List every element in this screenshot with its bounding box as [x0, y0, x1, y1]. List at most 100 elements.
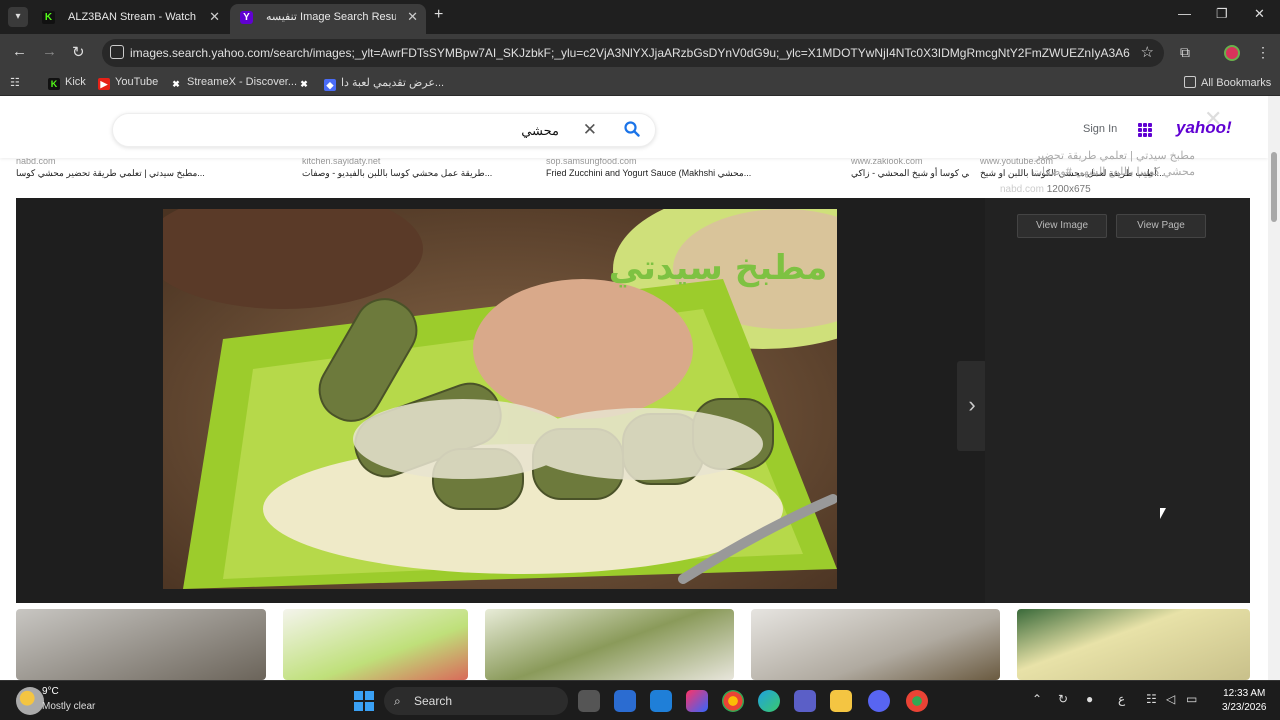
- bookmark-label: StreameX - Discover...: [187, 76, 298, 88]
- wifi-icon[interactable]: ☷: [1146, 692, 1157, 706]
- page-scrollbar[interactable]: [1268, 96, 1280, 680]
- bookmark-streamex[interactable]: ✖ StreameX - Discover...: [170, 76, 297, 90]
- teams-icon[interactable]: [794, 690, 816, 712]
- result-item[interactable]: www.zakiook.com محشي كوسا أو شيخ المحشي …: [851, 156, 969, 180]
- page-content: nabd.com مطبخ سيدتي | تعلمي طريقة تحضير …: [0, 96, 1268, 680]
- language-indicator[interactable]: ع: [1118, 692, 1125, 706]
- mouse-cursor: [1160, 508, 1166, 519]
- bookmark-game-demo[interactable]: ◆ عرض تقديمي لعبة دا...: [324, 76, 444, 91]
- result-item[interactable]: kitchen.sayidaty.net طريقة عمل محشي كوسا…: [302, 156, 532, 180]
- tab-alz3ban-stream[interactable]: K ALZ3BAN Stream - Watch Live ✕: [32, 4, 228, 34]
- close-window-icon[interactable]: ✕: [1254, 6, 1265, 22]
- minimize-icon[interactable]: —: [1178, 6, 1191, 21]
- outlook-icon[interactable]: [650, 690, 672, 712]
- store-icon[interactable]: [614, 690, 636, 712]
- close-viewer-icon[interactable]: ✕: [1204, 106, 1222, 132]
- address-bar[interactable]: images.search.yahoo.com/search/images;_y…: [102, 39, 1164, 67]
- start-button[interactable]: [354, 691, 374, 711]
- tab-yahoo-image-search[interactable]: Y تنفيسه Image Search Results - محشي ✕: [230, 4, 426, 34]
- search-input[interactable]: محشي ✕: [112, 113, 656, 147]
- result-item[interactable]: sop.samsungfood.com Fried Zucchini and Y…: [546, 156, 786, 180]
- kick-icon: K: [42, 11, 55, 24]
- volume-icon[interactable]: ◁: [1166, 692, 1175, 706]
- preview-image[interactable]: مطبخ سيدتي: [163, 209, 837, 589]
- copilot-icon[interactable]: [686, 690, 708, 712]
- discord-icon[interactable]: [868, 690, 890, 712]
- folder-icon: [1184, 76, 1196, 88]
- clock-time: 12:33 AM: [1223, 688, 1266, 699]
- result-item[interactable]: nabd.com مطبخ سيدتي | تعلمي طريقة تحضير …: [16, 156, 286, 180]
- bookmark-youtube[interactable]: ▶ YouTube: [98, 76, 158, 90]
- close-tab-icon[interactable]: ✕: [407, 4, 418, 30]
- chrome-active-icon[interactable]: [906, 690, 928, 712]
- thumbnail-image[interactable]: [751, 609, 1000, 680]
- thumbnail-image[interactable]: [1017, 609, 1250, 680]
- site-info-icon[interactable]: [110, 45, 124, 59]
- weather-icon[interactable]: [16, 687, 44, 715]
- bookmark-star-icon[interactable]: ☆: [1141, 43, 1154, 61]
- restore-icon[interactable]: ❐: [1216, 6, 1228, 22]
- url-text: images.search.yahoo.com/search/images;_y…: [130, 46, 1130, 60]
- yahoo-icon: Y: [240, 11, 253, 24]
- x-icon: ✖: [300, 79, 308, 89]
- view-page-button[interactable]: View Page: [1116, 214, 1206, 238]
- clear-search-icon[interactable]: ✕: [583, 120, 597, 140]
- edge-icon[interactable]: [758, 690, 780, 712]
- result-title: Fried Zucchini and Yogurt Sauce (Makhshi…: [546, 168, 752, 178]
- weather-desc[interactable]: Mostly clear: [42, 701, 95, 712]
- image-source: nabd.com 1200x675: [1000, 184, 1091, 195]
- thumbnail-image[interactable]: [485, 609, 734, 680]
- reload-button[interactable]: ↻: [72, 43, 85, 61]
- scrollbar-thumb[interactable]: [1271, 152, 1277, 222]
- sign-in-link[interactable]: Sign In: [1083, 123, 1117, 135]
- tab-bar: ▾ K ALZ3BAN Stream - Watch Live ✕ Y تنفي…: [0, 0, 1280, 34]
- bookmark-label: عرض تقديمي لعبة دا...: [341, 77, 445, 89]
- search-icon: ⌕: [394, 694, 401, 708]
- kick-icon: K: [48, 78, 60, 90]
- battery-icon[interactable]: ▭: [1186, 692, 1197, 706]
- menu-kebab-icon[interactable]: ⋮: [1256, 44, 1270, 61]
- weather-temp[interactable]: 9°C: [42, 686, 59, 697]
- result-title: محشي كوسا أو شيخ المحشي - زاكي...: [851, 168, 969, 178]
- viewer-sidebar: [985, 198, 1250, 603]
- x-icon: ✖: [172, 79, 180, 89]
- apps-grid-icon[interactable]: [1138, 123, 1152, 137]
- next-image-button[interactable]: ›: [957, 361, 987, 451]
- file-explorer-icon[interactable]: [830, 690, 852, 712]
- mic-icon[interactable]: ●: [1086, 692, 1093, 706]
- thumbnail-image[interactable]: [283, 609, 468, 680]
- bookmark-x[interactable]: ✖: [298, 76, 315, 90]
- shield-icon: ◆: [324, 79, 336, 91]
- taskbar-search[interactable]: ⌕ Search: [384, 687, 568, 715]
- youtube-icon: ▶: [98, 78, 110, 90]
- search-icon[interactable]: [623, 120, 641, 138]
- source-domain[interactable]: nabd.com: [1000, 184, 1044, 195]
- image-dimensions: 1200x675: [1046, 184, 1091, 195]
- all-bookmarks[interactable]: All Bookmarks: [1184, 76, 1271, 89]
- bookmark-label: Kick: [65, 76, 86, 88]
- tab-title: تنفيسه Image Search Results - محشي: [266, 11, 396, 23]
- watermark-logo: مطبخ سيدتي: [609, 248, 828, 288]
- view-image-button[interactable]: View Image: [1017, 214, 1107, 238]
- new-tab-button[interactable]: +: [434, 6, 443, 24]
- result-title: طريقة عمل محشي كوسا باللبن بالفيديو - وص…: [302, 168, 493, 178]
- forward-button[interactable]: →: [42, 43, 57, 60]
- bookmark-kick[interactable]: K Kick: [48, 76, 86, 90]
- thumbnail-image[interactable]: [16, 609, 266, 680]
- all-bookmarks-label: All Bookmarks: [1201, 77, 1272, 89]
- apps-grid-icon[interactable]: ☷: [10, 76, 20, 89]
- taskbar-search-label: Search: [414, 694, 453, 708]
- sync-icon[interactable]: ↻: [1058, 692, 1068, 706]
- image-title[interactable]: مطبخ سيدتي | تعلمي طريقة تحضير محشي كوسا…: [1000, 148, 1195, 180]
- task-view-icon[interactable]: [578, 690, 600, 712]
- clock[interactable]: 12:33 AM 3/23/2026: [1222, 687, 1267, 715]
- back-button[interactable]: ←: [12, 43, 27, 60]
- tray-overflow-icon[interactable]: ⌃: [1032, 692, 1042, 706]
- profile-avatar[interactable]: [1224, 45, 1240, 61]
- extensions-icon[interactable]: ⧉: [1180, 44, 1190, 61]
- search-query: محشي: [521, 123, 559, 138]
- tab-search-button[interactable]: ▾: [8, 7, 28, 27]
- chrome-icon[interactable]: [722, 690, 744, 712]
- result-title: مطبخ سيدتي | تعلمي طريقة تحضير محشي كوسا…: [16, 168, 205, 178]
- close-tab-icon[interactable]: ✕: [209, 4, 220, 30]
